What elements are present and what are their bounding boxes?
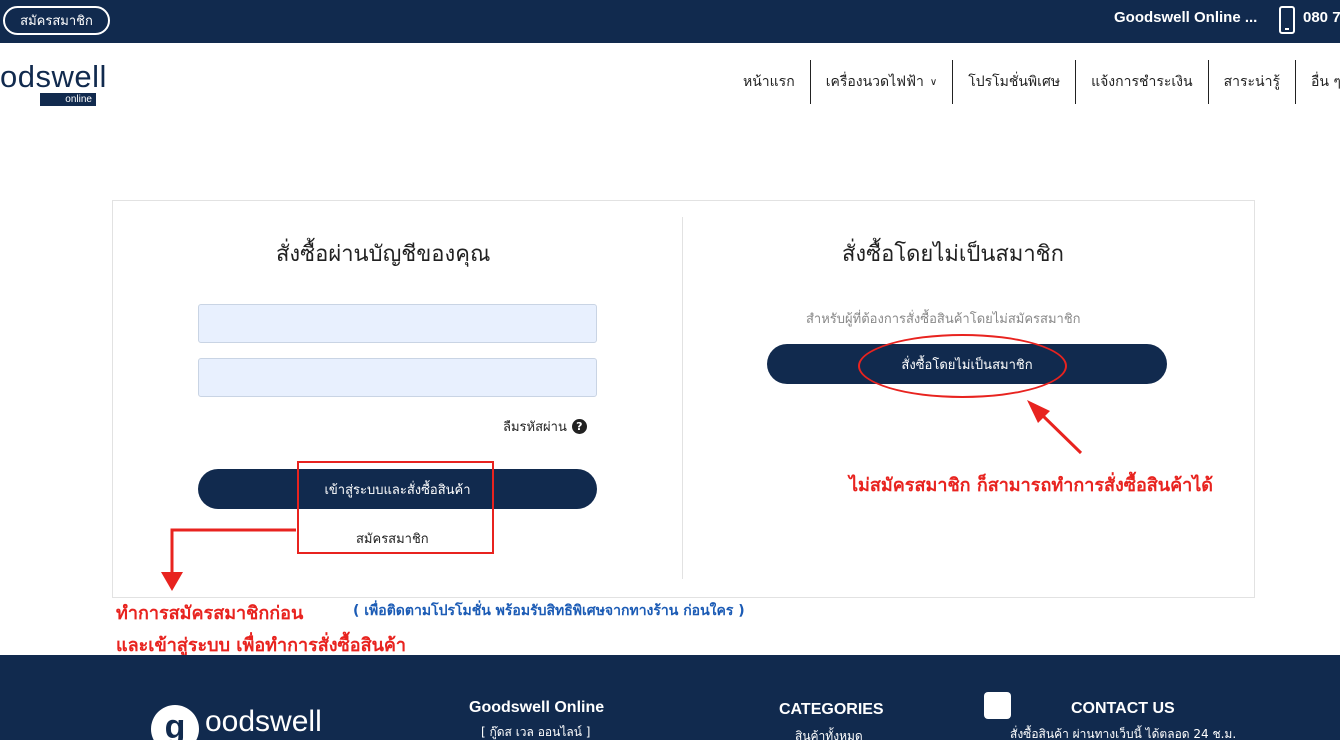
nav-item-more[interactable]: อื่น ๆ: [1296, 60, 1340, 104]
footer-contact-icon: [984, 692, 1011, 719]
username-input[interactable]: [198, 304, 597, 343]
annotation-signup-first: ทำการสมัครสมาชิกก่อน: [116, 603, 304, 624]
guest-description: สำหรับผู้ที่ต้องการสั่งซื้อสินค้าโดยไม่ส…: [806, 312, 1081, 327]
card-divider: [682, 217, 683, 579]
footer-all-products-link[interactable]: สินค้าทั้งหมด: [795, 727, 863, 740]
main-nav: หน้าแรก เครื่องนวดไฟฟ้า ∨ โปรโมชั่นพิเศษ …: [728, 60, 1340, 104]
footer-contact-title: CONTACT US: [1071, 700, 1175, 717]
annotation-guest-order: ไม่สมัครสมาชิก ก็สามารถทำการสั่งซื้อสินค…: [849, 475, 1213, 496]
nav-item-articles[interactable]: สาระน่ารู้: [1209, 60, 1296, 104]
nav-label: อื่น ๆ: [1310, 74, 1340, 90]
nav-label: แจ้งการชำระเงิน: [1091, 74, 1193, 90]
nav-item-promotions[interactable]: โปรโมชั่นพิเศษ: [953, 60, 1077, 104]
footer-brand-sub: [ กู๊ดส เวล ออนไลน์ ]: [481, 725, 591, 739]
nav-item-home[interactable]: หน้าแรก: [728, 60, 811, 104]
footer-contact-sub: สั่งซื้อสินค้า ผ่านทางเว็บนี้ ได้ตลอด 24…: [1010, 727, 1237, 740]
top-brand-link[interactable]: Goodswell Online ...: [1114, 9, 1257, 26]
question-circle-icon: ?: [571, 419, 587, 434]
top-phone-number[interactable]: 080 7: [1303, 9, 1340, 26]
footer-brand-title: Goodswell Online: [469, 699, 605, 716]
forgot-password-label: ลืมรหัสผ่าน: [503, 420, 567, 435]
footer-categories-title: CATEGORIES: [779, 701, 884, 718]
site-logo[interactable]: odswell: [0, 60, 107, 94]
nav-label: สาระน่ารู้: [1223, 74, 1280, 90]
forgot-password-link[interactable]: ลืมรหัสผ่าน ?: [503, 416, 587, 437]
annotation-highlight-ellipse: [858, 334, 1067, 398]
annotation-highlight-box: [297, 461, 494, 554]
top-signup-button[interactable]: สมัครสมาชิก: [3, 6, 110, 35]
top-bar: สมัครสมาชิก Goodswell Online ... 080 7: [0, 0, 1340, 43]
nav-item-payment[interactable]: แจ้งการชำระเงิน: [1076, 60, 1209, 104]
nav-label: เครื่องนวดไฟฟ้า: [825, 74, 924, 90]
annotation-benefits: ( เพื่อติดตามโปรโมชั่น พร้อมรับสิทธิพิเศ…: [353, 603, 745, 619]
footer-logo-text: oodswell: [205, 705, 322, 738]
chevron-down-icon: ∨: [929, 76, 938, 88]
guest-heading: สั่งซื้อโดยไม่เป็นสมาชิก: [842, 242, 1064, 267]
nav-item-massagers[interactable]: เครื่องนวดไฟฟ้า ∨: [811, 60, 954, 104]
phone-icon: [1279, 6, 1295, 34]
nav-label: โปรโมชั่นพิเศษ: [968, 74, 1061, 90]
login-heading: สั่งซื้อผ่านบัญชีของคุณ: [276, 242, 491, 267]
nav-label: หน้าแรก: [743, 74, 795, 90]
site-logo-sub: online: [40, 93, 96, 106]
password-input[interactable]: [198, 358, 597, 397]
